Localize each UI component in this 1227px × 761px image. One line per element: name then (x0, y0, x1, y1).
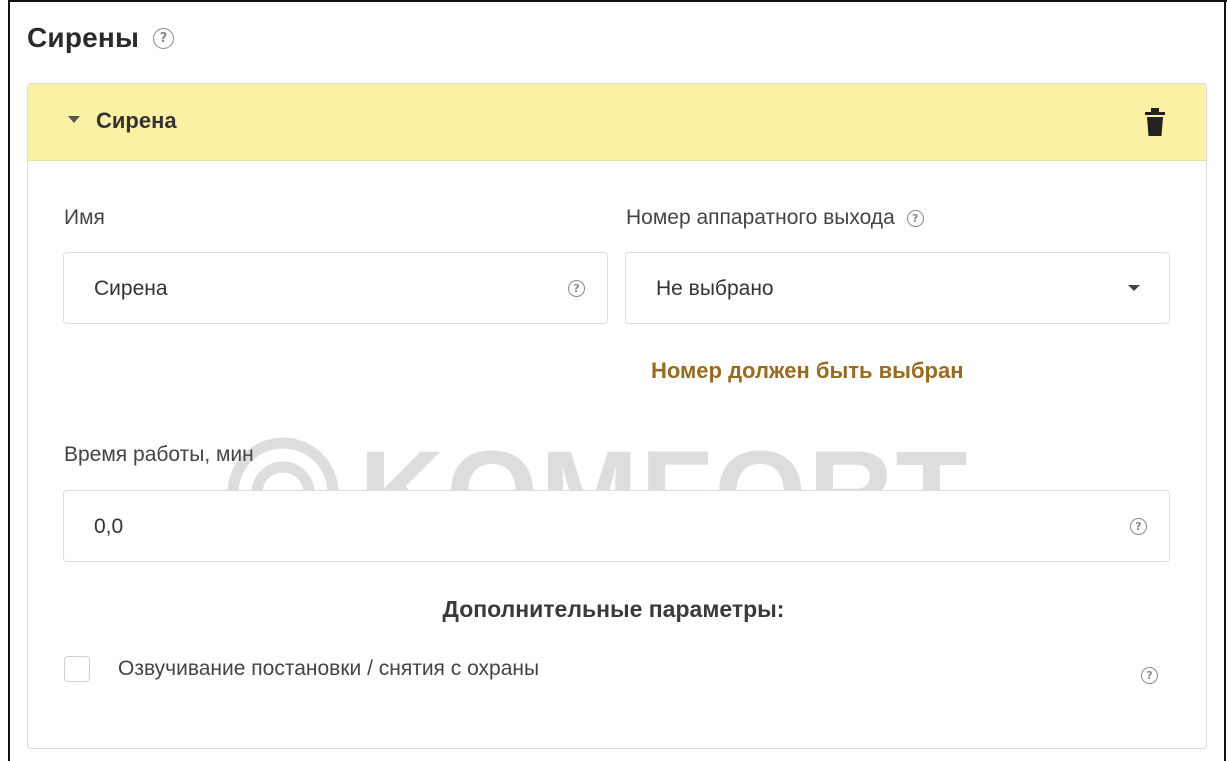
section-header: Сирены ? (27, 18, 175, 58)
output-error-message: Номер должен быть выбран (651, 358, 964, 383)
frame-left-border (8, 0, 10, 761)
output-select-value[interactable]: Не выбрано (656, 277, 774, 301)
frame-top-border (8, 0, 1227, 2)
card-title: Сирена (96, 108, 177, 133)
question-circle-icon[interactable]: ? (153, 27, 175, 49)
caret-down-icon[interactable] (68, 116, 80, 123)
duration-input-value[interactable]: 0,0 (94, 515, 123, 539)
name-input[interactable]: Сирена ? (63, 252, 608, 324)
trash-icon[interactable] (1145, 108, 1165, 136)
output-label: Номер аппаратного выхода (626, 206, 895, 229)
question-circle-icon[interactable]: ? (1130, 518, 1147, 535)
announce-arming-label[interactable]: Озвучивание постановки / снятия с охраны (118, 657, 539, 681)
section-title: Сирены (27, 22, 140, 53)
extra-params-title: Дополнительные параметры: (442, 596, 785, 622)
caret-down-icon[interactable] (1128, 285, 1140, 291)
name-label: Имя (64, 206, 105, 229)
siren-card: Сирена (27, 83, 1207, 749)
announce-arming-checkbox[interactable] (64, 656, 90, 682)
duration-label: Время работы, мин (64, 443, 254, 466)
duration-input[interactable]: 0,0 ? (63, 490, 1170, 562)
name-input-value[interactable]: Сирена (94, 277, 168, 301)
question-circle-icon[interactable]: ? (906, 209, 924, 227)
question-circle-icon[interactable]: ? (568, 280, 585, 297)
question-circle-icon[interactable]: ? (1141, 667, 1158, 684)
frame-right-border (1224, 0, 1226, 761)
output-label-row: Номер аппаратного выхода ? (626, 206, 924, 230)
output-select[interactable]: Не выбрано (625, 252, 1170, 324)
card-header[interactable]: Сирена (28, 84, 1206, 161)
